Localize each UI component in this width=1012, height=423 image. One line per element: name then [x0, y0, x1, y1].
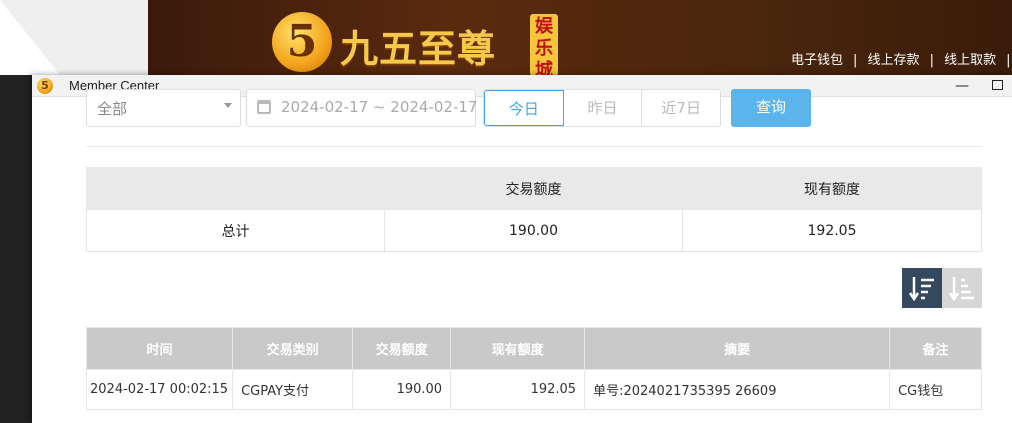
cell-amount: 190.00: [352, 369, 452, 410]
col-header-note[interactable]: 备注: [889, 327, 982, 370]
filter-row: 全部 2024-02-17 ~ 2024-02-17 今日 昨日 近7日 查询: [32, 89, 1012, 127]
app-icon: 5: [37, 78, 53, 94]
summary-header-balance: 现有额度: [682, 167, 982, 210]
date-range-value: 2024-02-17 ~ 2024-02-17: [281, 98, 478, 116]
query-button[interactable]: 查询: [731, 89, 811, 127]
col-header-summary[interactable]: 摘要: [584, 327, 891, 370]
sort-asc-icon: [948, 277, 974, 302]
range-yesterday-button[interactable]: 昨日: [564, 90, 643, 126]
cell-balance: 192.05: [450, 369, 586, 410]
range-7days-button[interactable]: 近7日: [642, 90, 720, 126]
nav-online-deposit[interactable]: 线上存款: [868, 53, 920, 68]
top-nav: 电子钱包| 线上存款| 线上取款| 一: [791, 53, 1011, 68]
summary-header-row: 交易额度 现有额度: [86, 167, 982, 210]
summary-total-balance: 192.05: [682, 209, 982, 252]
range-today-button[interactable]: 今日: [484, 90, 564, 126]
chevron-down-icon: [224, 103, 232, 108]
records-header-row: 时间 交易类别 交易额度 现有额度 摘要 备注: [85, 327, 982, 370]
col-header-amount[interactable]: 交易额度: [352, 327, 452, 370]
nav-online-withdraw[interactable]: 线上取款: [944, 53, 996, 68]
cell-category: CGPAY支付: [232, 369, 354, 410]
summary-header-amount: 交易额度: [384, 167, 683, 210]
summary-table: 交易额度 现有额度 总计 190.00 192.05: [86, 167, 982, 252]
cell-note: CG钱包: [889, 369, 982, 410]
range-button-group: 今日 昨日 近7日: [483, 89, 721, 127]
background-left-strip: [0, 0, 148, 75]
calendar-icon: [257, 100, 271, 114]
sort-asc-button[interactable]: [942, 268, 982, 308]
summary-header-empty: [86, 167, 385, 210]
records-table: 时间 交易类别 交易额度 现有额度 摘要 备注 2024-02-17 00:02…: [85, 327, 982, 410]
brand-name: 九五至尊: [340, 26, 497, 71]
sort-desc-icon: [908, 277, 934, 302]
member-center-window: 5 Member Center — 全部 2024-02-17 ~ 2024-0…: [32, 75, 1012, 423]
cell-summary: 单号:2024021735395 26609: [584, 369, 891, 410]
brand-badge: 娱乐城: [530, 14, 558, 81]
date-range-input[interactable]: 2024-02-17 ~ 2024-02-17: [246, 89, 478, 127]
summary-total-label: 总计: [86, 209, 385, 252]
brand-badge-char: 乐: [535, 38, 553, 59]
table-row[interactable]: 2024-02-17 00:02:15 CGPAY支付 190.00 192.0…: [85, 369, 982, 410]
brand-logo[interactable]: 5: [272, 12, 332, 72]
col-header-time[interactable]: 时间: [85, 327, 234, 370]
brand-badge-text: 娱乐城: [530, 16, 558, 82]
brand-badge-char: 娱: [535, 16, 553, 37]
summary-total-row: 总计 190.00 192.05: [86, 209, 982, 252]
summary-total-amount: 190.00: [384, 209, 683, 252]
type-select-value: 全部: [97, 100, 128, 118]
divider: [86, 146, 982, 147]
sort-desc-button[interactable]: [902, 268, 942, 308]
col-header-category[interactable]: 交易类别: [232, 327, 354, 370]
maximize-button[interactable]: [987, 77, 1007, 95]
background-left-dark: [0, 75, 32, 423]
maximize-icon: [991, 80, 1003, 90]
minimize-button[interactable]: —: [952, 77, 972, 95]
type-select[interactable]: 全部: [86, 89, 241, 127]
col-header-balance[interactable]: 现有额度: [450, 327, 586, 370]
nav-e-wallet[interactable]: 电子钱包: [791, 53, 843, 68]
cell-time: 2024-02-17 00:02:15: [85, 369, 234, 410]
